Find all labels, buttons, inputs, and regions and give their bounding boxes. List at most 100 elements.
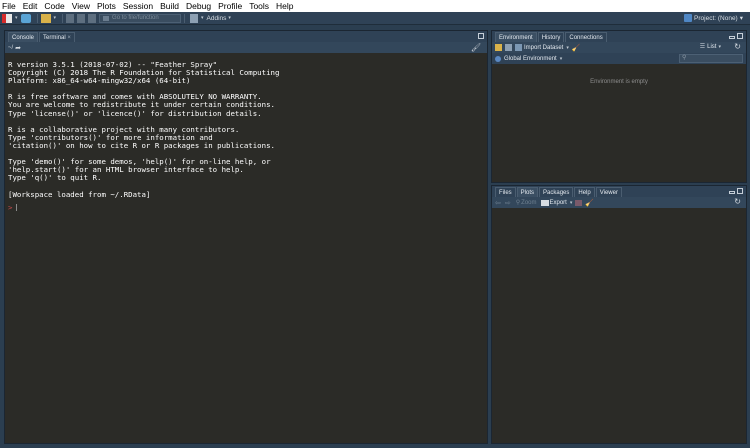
toolbar-divider: [184, 13, 186, 23]
environment-scope-select[interactable]: Global Environment: [504, 56, 557, 62]
tab-connections[interactable]: Connections: [565, 32, 607, 42]
project-icon: [684, 14, 693, 22]
console-line: Platform: x86_64-w64-mingw32/x64 (64-bit…: [8, 76, 191, 86]
environment-pane: Environment History Connections Import D…: [491, 30, 747, 183]
environment-pane-controls: [727, 33, 743, 39]
open-recent-dropdown-icon[interactable]: ▾: [54, 15, 57, 21]
scope-dropdown-icon[interactable]: ▾: [560, 56, 563, 62]
files-tabbar: Files Plots Packages Help Viewer: [492, 186, 746, 197]
text-cursor: [16, 204, 18, 212]
console-output[interactable]: R version 3.5.1 (2018-07-02) -- "Feather…: [5, 53, 487, 443]
plots-viewer: [492, 208, 746, 443]
clear-plots-icon[interactable]: 🧹: [585, 199, 594, 207]
list-view-icon: ☰: [699, 44, 706, 50]
prompt-symbol: >: [8, 202, 13, 212]
menu-debug[interactable]: Debug: [186, 0, 211, 12]
refresh-icon[interactable]: ↻: [734, 197, 741, 206]
menu-help[interactable]: Help: [276, 0, 293, 12]
console-tabbar: Console Terminal ×: [5, 31, 487, 42]
refresh-icon[interactable]: ↻: [734, 42, 741, 51]
console-line: 'citation()' on how to cite R or R packa…: [8, 140, 275, 150]
goto-file-function-input[interactable]: Go to file/function: [99, 13, 182, 23]
tab-environment[interactable]: Environment: [495, 32, 537, 42]
open-file-icon[interactable]: [40, 13, 51, 23]
menu-bar: File Edit Code View Plots Session Build …: [0, 0, 750, 12]
save-all-icon[interactable]: [77, 13, 86, 23]
tab-console[interactable]: Console: [8, 32, 39, 42]
console-pane: Console Terminal × ~/ ➦ 🖌 R version 3.5.…: [4, 30, 488, 444]
minimize-icon[interactable]: [729, 36, 735, 39]
console-line: Type 'license()' or 'licence()' for dist…: [8, 108, 262, 118]
r-logo-icon: [495, 55, 501, 62]
tab-terminal[interactable]: Terminal ×: [39, 32, 75, 42]
export-button[interactable]: Export: [550, 200, 567, 206]
menu-profile[interactable]: Profile: [218, 0, 242, 12]
view-mode-dropdown[interactable]: ☰ List ▾: [699, 43, 724, 51]
menu-session[interactable]: Session: [123, 0, 153, 12]
tab-files[interactable]: Files: [495, 187, 516, 197]
previous-plot-icon[interactable]: ⇦: [495, 199, 501, 207]
environment-search-input[interactable]: ⚲: [679, 54, 743, 63]
project-label: Project: (None): [694, 14, 738, 22]
environment-toolbar: Import Dataset ▾ 🧹 ☰ List ▾ ↻: [492, 42, 746, 53]
new-file-icon[interactable]: [2, 13, 12, 23]
maximize-icon[interactable]: [737, 33, 743, 39]
console-lines: R version 3.5.1 (2018-07-02) -- "Feather…: [8, 60, 487, 199]
search-icon: ⚲: [682, 55, 687, 61]
working-directory-label: ~/: [8, 44, 14, 51]
menu-code[interactable]: Code: [44, 0, 64, 12]
environment-empty-message: Environment is empty: [590, 79, 648, 85]
load-workspace-icon[interactable]: [495, 44, 502, 51]
project-menu[interactable]: Project: (None) ▾: [684, 14, 746, 22]
menu-tools[interactable]: Tools: [249, 0, 269, 12]
zoom-button[interactable]: Zoom: [521, 200, 536, 206]
import-dataset-dropdown-icon[interactable]: ▾: [566, 45, 569, 51]
tab-help[interactable]: Help: [574, 187, 595, 197]
new-file-dropdown-icon[interactable]: ▾: [15, 15, 18, 21]
plots-toolbar: ⇦ ⇨ ⚲ Zoom Export ▾ 🧹 ↻: [492, 197, 746, 208]
console-line: [Workspace loaded from ~/.RData]: [8, 189, 151, 199]
print-icon[interactable]: [88, 13, 97, 23]
files-pane-controls: [727, 188, 743, 194]
addins-menu[interactable]: Addins: [207, 15, 227, 22]
menu-view[interactable]: View: [72, 0, 90, 12]
environment-tabbar: Environment History Connections: [492, 31, 746, 42]
menu-build[interactable]: Build: [160, 0, 179, 12]
menu-edit[interactable]: Edit: [23, 0, 38, 12]
rstudio-window: File Edit Code View Plots Session Build …: [0, 0, 750, 448]
menu-file[interactable]: File: [2, 0, 16, 12]
export-dropdown-icon[interactable]: ▾: [570, 200, 573, 206]
new-project-icon[interactable]: [20, 13, 31, 23]
import-dataset-button[interactable]: Import Dataset: [524, 45, 563, 51]
remove-plot-icon[interactable]: [575, 199, 583, 206]
environment-body: Environment is empty: [492, 64, 746, 182]
tab-terminal-label: Terminal: [43, 35, 66, 41]
toolbar-divider: [62, 13, 64, 23]
maximize-icon[interactable]: [478, 33, 484, 39]
pane-layout-dropdown-icon[interactable]: ▾: [201, 15, 204, 21]
view-mode-caret-icon: ▾: [718, 43, 721, 50]
tab-plots[interactable]: Plots: [516, 187, 539, 197]
maximize-icon[interactable]: [737, 188, 743, 194]
console-prompt[interactable]: >: [8, 203, 487, 212]
pane-layout-icon[interactable]: [190, 13, 199, 23]
save-icon[interactable]: [66, 13, 75, 23]
export-icon: [540, 199, 549, 206]
close-icon[interactable]: ×: [67, 35, 71, 41]
toolbar-divider: [36, 13, 38, 23]
environment-scope-bar: Global Environment ▾ ⚲: [492, 53, 746, 64]
tab-viewer[interactable]: Viewer: [595, 187, 622, 197]
tab-packages[interactable]: Packages: [539, 187, 574, 197]
clear-console-icon[interactable]: 🖌: [471, 43, 481, 52]
import-dataset-icon: [515, 44, 522, 51]
tab-history[interactable]: History: [537, 32, 565, 42]
addins-dropdown-icon[interactable]: ▾: [228, 15, 231, 21]
go-to-directory-icon[interactable]: ➦: [15, 44, 21, 52]
clear-objects-icon[interactable]: 🧹: [572, 44, 581, 52]
minimize-icon[interactable]: [729, 191, 735, 194]
console-pane-controls: [476, 33, 484, 39]
list-view-label: List: [707, 43, 717, 50]
next-plot-icon[interactable]: ⇨: [505, 199, 511, 207]
save-workspace-icon[interactable]: [505, 44, 512, 51]
menu-plots[interactable]: Plots: [97, 0, 116, 12]
